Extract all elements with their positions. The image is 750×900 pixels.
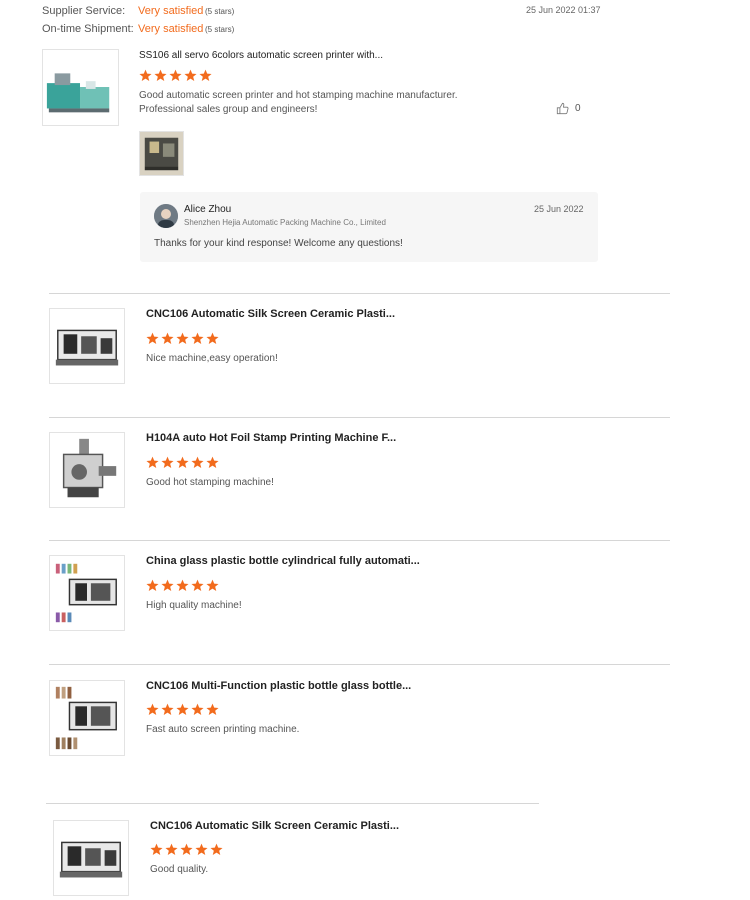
- machine-image: [62, 438, 117, 498]
- supplier-service-value: Very satisfied: [138, 5, 204, 17]
- star-icon: [199, 69, 212, 82]
- product-title[interactable]: H104A auto Hot Foil Stamp Printing Machi…: [146, 432, 396, 444]
- star-icon: [146, 703, 159, 716]
- product-thumbnail[interactable]: [42, 49, 119, 126]
- rating-stars: [146, 456, 219, 469]
- product-thumbnail[interactable]: [53, 820, 129, 896]
- divider: [49, 417, 670, 418]
- divider: [49, 293, 670, 294]
- review-comment: High quality machine!: [146, 600, 242, 611]
- review-comment-line: Good automatic screen printer and hot st…: [139, 90, 458, 101]
- machine-image: [55, 686, 117, 750]
- user-avatar-icon: [154, 204, 178, 228]
- review-comment: Fast auto screen printing machine.: [146, 724, 300, 735]
- review-comment-line: Professional sales group and engineers!: [139, 104, 318, 115]
- product-title[interactable]: China glass plastic bottle cylindrical f…: [146, 555, 420, 567]
- star-icon: [161, 703, 174, 716]
- reply-author-name: Alice Zhou: [184, 204, 232, 215]
- product-title[interactable]: CNC106 Automatic Silk Screen Ceramic Pla…: [146, 308, 395, 320]
- reply-company: Shenzhen Hejia Automatic Packing Machine…: [184, 218, 386, 227]
- supplier-reply: Alice Zhou Shenzhen Hejia Automatic Pack…: [140, 192, 598, 262]
- star-icon: [206, 579, 219, 592]
- star-icon: [154, 69, 167, 82]
- divider: [49, 540, 670, 541]
- avatar: [154, 204, 178, 228]
- supplier-service-label: Supplier Service:: [42, 5, 126, 17]
- star-icon: [191, 332, 204, 345]
- reply-date: 25 Jun 2022: [534, 204, 584, 214]
- star-icon: [169, 69, 182, 82]
- star-icon: [206, 332, 219, 345]
- rating-stars: [139, 69, 212, 82]
- star-icon: [191, 456, 204, 469]
- rating-stars: [150, 843, 223, 856]
- star-icon: [146, 332, 159, 345]
- machine-image: [55, 329, 119, 366]
- machine-image: [55, 563, 117, 623]
- star-icon: [176, 456, 189, 469]
- star-icon: [184, 69, 197, 82]
- star-icon: [161, 456, 174, 469]
- like-count: 0: [575, 103, 581, 114]
- ontime-shipment-label: On-time Shipment:: [42, 23, 134, 35]
- star-icon: [146, 456, 159, 469]
- product-thumbnail[interactable]: [49, 555, 125, 631]
- review-timestamp: 25 Jun 2022 01:37: [526, 5, 601, 15]
- thumbs-up-icon: [556, 102, 569, 115]
- star-icon: [161, 579, 174, 592]
- star-icon: [150, 843, 163, 856]
- star-icon: [139, 69, 152, 82]
- reply-text: Thanks for your kind response! Welcome a…: [154, 238, 403, 249]
- star-icon: [191, 703, 204, 716]
- ontime-shipment-value: Very satisfied: [138, 23, 204, 35]
- star-icon: [146, 579, 159, 592]
- review-comment: Good hot stamping machine!: [146, 477, 274, 488]
- star-icon: [165, 843, 178, 856]
- star-icon: [206, 703, 219, 716]
- star-icon: [206, 456, 219, 469]
- star-icon: [176, 579, 189, 592]
- star-icon: [176, 703, 189, 716]
- like-button[interactable]: 0: [556, 102, 581, 115]
- product-thumbnail[interactable]: [49, 308, 125, 384]
- star-icon: [161, 332, 174, 345]
- rating-stars: [146, 703, 219, 716]
- star-icon: [210, 843, 223, 856]
- star-icon: [195, 843, 208, 856]
- review-photo[interactable]: [139, 131, 184, 176]
- divider: [49, 664, 670, 665]
- product-title[interactable]: CNC106 Automatic Silk Screen Ceramic Pla…: [150, 820, 399, 832]
- product-thumbnail[interactable]: [49, 432, 125, 508]
- product-title[interactable]: CNC106 Multi-Function plastic bottle gla…: [146, 680, 411, 692]
- product-title[interactable]: SS106 all servo 6colors automatic screen…: [139, 50, 383, 61]
- rating-stars: [146, 579, 219, 592]
- machine-image: [59, 841, 123, 878]
- rating-stars: [146, 332, 219, 345]
- ontime-shipment-stars: (5 stars): [205, 25, 235, 34]
- product-thumbnail[interactable]: [49, 680, 125, 756]
- review-comment: Good automatic screen printer and hot st…: [139, 89, 458, 117]
- machine-image: [46, 73, 110, 113]
- review-photo-image: [140, 132, 183, 175]
- review-comment: Good quality.: [150, 864, 209, 875]
- divider: [46, 803, 539, 804]
- star-icon: [176, 332, 189, 345]
- review-comment: Nice machine,easy operation!: [146, 353, 278, 364]
- supplier-service-stars: (5 stars): [205, 7, 235, 16]
- star-icon: [191, 579, 204, 592]
- star-icon: [180, 843, 193, 856]
